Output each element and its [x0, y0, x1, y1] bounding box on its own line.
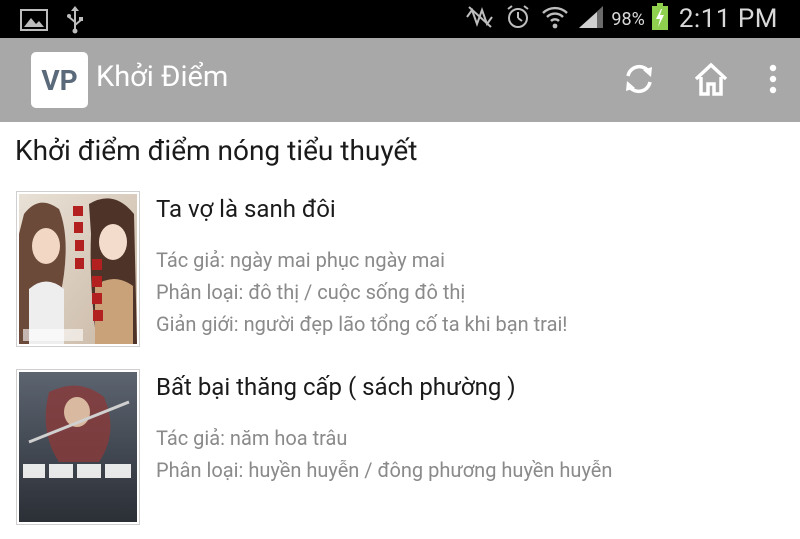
section-heading: Khởi điểm điểm nóng tiểu thuyết	[15, 134, 418, 167]
usb-icon	[66, 6, 84, 38]
more-vertical-icon	[769, 64, 777, 98]
status-bar: 98% 2:11 PM	[0, 0, 800, 38]
app-title: Khởi Điểm	[96, 60, 229, 94]
refresh-button[interactable]	[617, 60, 661, 102]
book-list-item[interactable]: Ta vợ là sanh đôi Tác giả: ngày mai phục…	[0, 191, 800, 361]
battery-percent: 98%	[611, 8, 645, 30]
book-title: Bất bại thăng cấp ( sách phường )	[156, 373, 516, 401]
mute-icon	[465, 5, 495, 33]
book-list-item[interactable]: Bất bại thăng cấp ( sách phường ) Tác gi…	[0, 369, 800, 539]
clock: 2:11 PM	[678, 4, 778, 34]
alarm-icon	[505, 4, 531, 34]
book-intro: Giản giới: người đẹp lão tổng cố ta khi …	[156, 312, 568, 336]
book-category: Phân loại: đô thị / cuộc sống đô thị	[156, 280, 466, 304]
book-cover-image	[16, 191, 140, 347]
overflow-menu-button[interactable]	[762, 60, 784, 102]
action-bar: VP Khởi Điểm	[0, 38, 800, 122]
signal-icon	[577, 4, 605, 34]
book-author: Tác giả: ngày mai phục ngày mai	[156, 248, 446, 272]
home-icon	[693, 61, 729, 101]
home-button[interactable]	[690, 60, 732, 102]
refresh-icon	[621, 61, 657, 101]
battery-icon	[651, 3, 669, 35]
book-category: Phân loại: huyền huyễn / đông phương huy…	[156, 458, 613, 482]
book-cover-image	[16, 369, 140, 525]
book-author: Tác giả: năm hoa trâu	[156, 426, 348, 450]
book-title: Ta vợ là sanh đôi	[156, 195, 336, 223]
wifi-icon	[541, 4, 569, 34]
app-logo[interactable]: VP	[31, 52, 88, 108]
image-icon	[20, 8, 48, 36]
